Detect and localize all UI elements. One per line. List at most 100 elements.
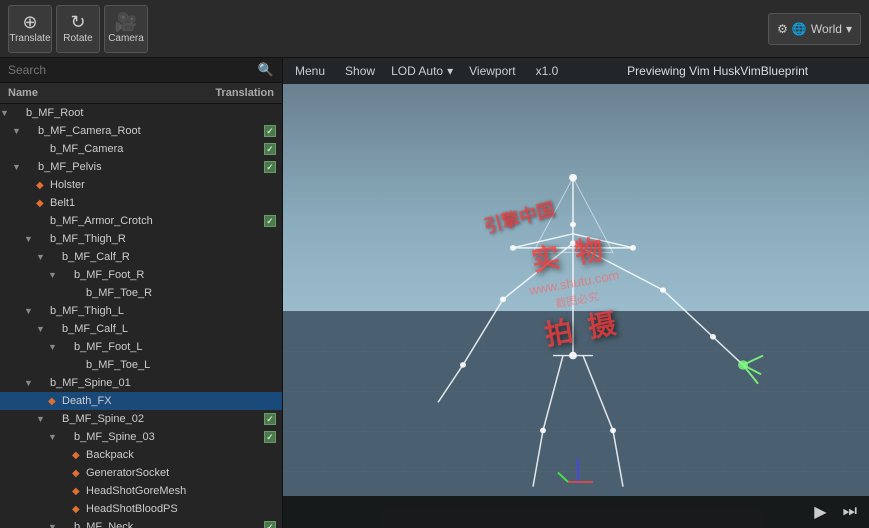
tree-item-label: b_MF_Pelvis [38,161,262,173]
camera-button[interactable]: 🎥 Camera [104,5,148,53]
tree-item[interactable]: ◆Holster [0,176,282,194]
tree-item-label: b_MF_Thigh_L [50,305,278,317]
tree-item[interactable]: ▼ b_MF_Root [0,104,282,122]
translate-icon: ⊕ [22,13,37,31]
tree-item[interactable]: ◆Backpack [0,446,282,464]
tree-item[interactable]: ▼b_MF_Foot_R [0,266,282,284]
checkbox-indicator: ✓ [264,161,276,173]
tree-item[interactable]: ▼ b_MF_Thigh_L [0,302,282,320]
tree-item[interactable]: ◆GeneratorSocket [0,464,282,482]
tree-item[interactable]: ▼ B_MF_Spine_02✓ [0,410,282,428]
checkbox-indicator: ✓ [264,413,276,425]
tree-item-label: b_MF_Neck [74,521,262,528]
play-button[interactable]: ▶ [810,500,830,524]
main-toolbar: ⊕ Translate ↻ Rotate 🎥 Camera ⚙ 🌐 World … [0,0,869,58]
show-button[interactable]: Show [341,62,379,80]
tree-item-label: b_MF_Foot_L [74,341,278,353]
tree-expand-arrow[interactable]: ▼ [48,342,60,352]
translate-button[interactable]: ⊕ Translate [8,5,52,53]
tree-item-icon: ◆ [72,468,86,479]
lod-dropdown-icon: ▾ [447,64,453,78]
tree-item-checkbox[interactable]: ✓ [262,429,278,445]
tree-item-label: b_MF_Calf_L [62,323,278,335]
tree-item-checkbox[interactable]: ✓ [262,123,278,139]
skip-button[interactable]: ⏭ [839,501,861,523]
checkbox-indicator: ✓ [264,431,276,443]
tree-item-checkbox[interactable]: ✓ [262,519,278,528]
tree-item-label: Holster [50,179,278,191]
tree-item-label: HeadShotBloodPS [86,503,278,515]
tree-item[interactable]: ▼ b_MF_Calf_L [0,320,282,338]
tree-expand-arrow[interactable]: ▼ [36,324,48,334]
tree-item[interactable]: b_MF_Camera✓ [0,140,282,158]
translate-label: Translate [9,33,50,44]
tree-item[interactable]: b_MF_Toe_L [0,356,282,374]
world-label: World [811,22,842,36]
tree-item[interactable]: ▼b_MF_Camera_Root✓ [0,122,282,140]
lod-selector[interactable]: LOD Auto ▾ [391,64,453,78]
tree-expand-arrow[interactable]: ▼ [48,432,60,442]
tree-item[interactable]: b_MF_Toe_R [0,284,282,302]
tree-expand-arrow[interactable]: ▼ [36,252,48,262]
search-bar: 🔍 [0,58,282,83]
tree-expand-arrow[interactable]: ▼ [24,306,36,316]
tree-item-icon: ◆ [72,504,86,515]
tree-expand-arrow[interactable]: ▼ [24,378,36,388]
tree-item[interactable]: ▼ b_MF_Spine_01 [0,374,282,392]
tree-item-icon: ◆ [72,450,86,461]
world-dropdown-icon: ▾ [846,22,852,36]
preview-title: Previewing Vim HuskVimBlueprint [574,64,861,78]
tree-item[interactable]: ◆HeadShotGoreMesh [0,482,282,500]
playback-bar: ▶ ⏭ [283,496,869,528]
tree-item[interactable]: ▼b_MF_Thigh_R [0,230,282,248]
tree-item[interactable]: ▼ b_MF_Spine_03✓ [0,428,282,446]
tree-item-checkbox[interactable]: ✓ [262,141,278,157]
tree-item-label: b_MF_Spine_01 [50,377,278,389]
tree-item[interactable]: ▼ b_MF_Pelvis✓ [0,158,282,176]
tree-item-label: b_MF_Toe_R [86,287,278,299]
tree-item-checkbox[interactable]: ✓ [262,411,278,427]
search-input[interactable] [8,63,252,77]
rotate-label: Rotate [63,33,92,44]
tree-item[interactable]: ◆Belt1 [0,194,282,212]
tree-item-label: b_MF_Root [26,107,278,119]
menu-button[interactable]: Menu [291,62,329,80]
tree-expand-arrow[interactable]: ▼ [24,234,36,244]
tree-expand-arrow[interactable]: ▼ [12,162,24,172]
world-button[interactable]: ⚙ 🌐 World ▾ [768,13,861,45]
tree-expand-arrow[interactable]: ▼ [12,126,24,136]
tree-item-label: b_MF_Calf_R [62,251,278,263]
checkbox-indicator: ✓ [264,215,276,227]
tree-item[interactable]: ◆HeadShotBloodPS [0,500,282,518]
main-area: 🔍 Name Translation ▼b_MF_Root▼b_MF_Camer… [0,58,869,528]
viewport-canvas[interactable]: 实 物 www.shutu.com 截图必究 拍 摄 引擎中国 [283,84,869,496]
checkbox-indicator: ✓ [264,521,276,528]
viewport-button[interactable]: Viewport [465,62,519,80]
tree-item-label: GeneratorSocket [86,467,278,479]
tree-item[interactable]: ▼ b_MF_Foot_L [0,338,282,356]
tree-item[interactable]: b_MF_Armor_Crotch✓ [0,212,282,230]
tree-item-label: b_MF_Spine_03 [74,431,262,443]
tree-expand-arrow[interactable]: ▼ [0,108,12,118]
tree-item[interactable]: ▼ b_MF_Calf_R [0,248,282,266]
tree-item-label: B_MF_Spine_02 [62,413,262,425]
name-column-header: Name [8,87,215,99]
tree-header: Name Translation [0,83,282,104]
tree-item[interactable]: ◆Death_FX [0,392,282,410]
rotate-button[interactable]: ↻ Rotate [56,5,100,53]
scale-label: x1.0 [532,62,563,80]
bone-tree[interactable]: ▼b_MF_Root▼b_MF_Camera_Root✓b_MF_Camera✓… [0,104,282,528]
tree-item-label: b_MF_Armor_Crotch [50,215,262,227]
tree-item-checkbox[interactable]: ✓ [262,159,278,175]
tree-expand-arrow[interactable]: ▼ [48,270,60,280]
tree-expand-arrow[interactable]: ▼ [36,414,48,424]
left-panel: 🔍 Name Translation ▼b_MF_Root▼b_MF_Camer… [0,58,283,528]
camera-icon: 🎥 [115,13,137,31]
tree-expand-arrow[interactable]: ▼ [48,522,60,528]
world-globe-icon: 🌐 [792,22,807,36]
tree-item-label: b_MF_Toe_L [86,359,278,371]
tree-item-label: Death_FX [62,395,278,407]
tree-item-checkbox[interactable]: ✓ [262,213,278,229]
world-settings-icon: ⚙ [777,22,788,36]
tree-item[interactable]: ▼ b_MF_Neck✓ [0,518,282,528]
